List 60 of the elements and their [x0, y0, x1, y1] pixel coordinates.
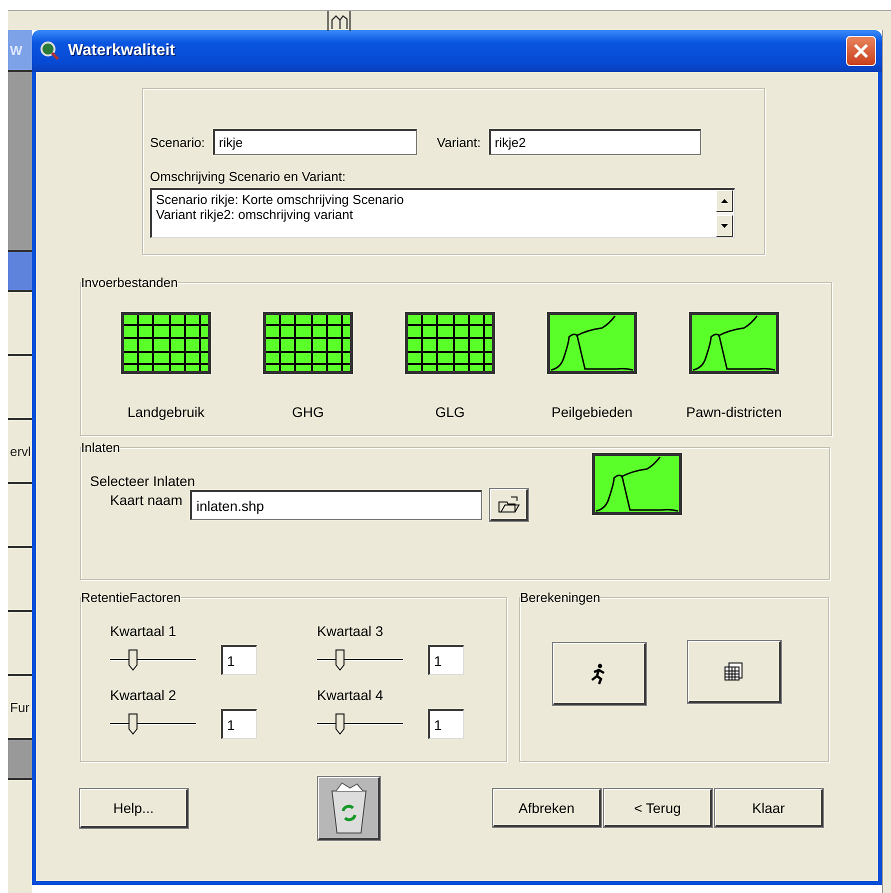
slider[interactable]: [110, 648, 196, 672]
building-icon: [327, 11, 351, 31]
curve-graph-icon: [689, 312, 779, 374]
slider-thumb[interactable]: [335, 649, 346, 671]
table-icon: [724, 662, 744, 682]
map-grid-icon: [263, 312, 353, 374]
field-label: Kaart naam: [110, 492, 182, 508]
grid-map-button[interactable]: [405, 312, 495, 374]
folder-icon: [498, 496, 520, 514]
browse-button[interactable]: [490, 489, 528, 521]
close-icon: [853, 43, 869, 59]
map-name-field[interactable]: inlaten.shp: [190, 490, 482, 520]
map-grid-icon: [121, 312, 211, 374]
group-title: Invoerbestanden: [81, 275, 178, 290]
value-field[interactable]: 1: [221, 645, 257, 675]
curve-graph-icon: [547, 312, 637, 374]
file-label: Landgebruik: [127, 404, 205, 420]
dialog-button[interactable]: < Terug: [604, 789, 712, 827]
magnifier-globe-icon: [40, 41, 60, 61]
slider[interactable]: [317, 648, 403, 672]
dialog-button[interactable]: Afbreken: [493, 789, 601, 827]
slider-thumb[interactable]: [128, 713, 138, 735]
quarter-label: Kwartaal 4: [317, 687, 384, 703]
value-field[interactable]: 1: [428, 709, 464, 739]
grid-map-button[interactable]: [121, 312, 211, 374]
file-label: GHG: [292, 404, 324, 420]
clear-button[interactable]: [318, 776, 380, 840]
graph-map-button[interactable]: [689, 312, 779, 374]
dialog-button[interactable]: Klaar: [715, 789, 823, 827]
group-title: Berekeningen: [520, 590, 600, 605]
field-label: Scenario:: [150, 134, 205, 150]
file-label: GLG: [435, 404, 465, 420]
quarter-label: Kwartaal 1: [110, 623, 178, 639]
field-label: Variant:: [436, 134, 481, 150]
scenario-field[interactable]: rikje: [212, 129, 417, 155]
quarter-label: Kwartaal 2: [110, 687, 178, 703]
grid-map-button[interactable]: [263, 312, 353, 374]
file-label: Peilgebieden: [552, 404, 632, 420]
background-window-title: W: [8, 30, 32, 72]
file-label: Pawn-districten: [686, 404, 782, 420]
slider[interactable]: [317, 712, 403, 736]
close-button[interactable]: [846, 36, 876, 66]
help-button[interactable]: Help...: [80, 788, 188, 828]
window-title: Waterkwaliteit: [68, 42, 176, 60]
curve-graph-icon: [592, 452, 682, 514]
field-label: Omschrijving Scenario en Variant:: [150, 169, 346, 184]
slider-thumb[interactable]: [335, 713, 346, 735]
graph-map-button[interactable]: [547, 312, 637, 374]
quarter-label: Kwartaal 3: [317, 623, 384, 639]
group-title: Inlaten: [81, 440, 120, 455]
slider-thumb[interactable]: [128, 649, 138, 671]
section-label: Selecteer Inlaten: [90, 473, 196, 489]
map-grid-icon: [405, 312, 495, 374]
group-title: RetentieFactoren: [81, 590, 181, 605]
value-field[interactable]: 1: [428, 645, 464, 675]
run-button[interactable]: [553, 643, 646, 705]
slider[interactable]: [110, 712, 196, 736]
variant-field[interactable]: rikje2: [488, 129, 701, 155]
value-field[interactable]: 1: [221, 709, 257, 739]
table-button[interactable]: [688, 641, 781, 703]
